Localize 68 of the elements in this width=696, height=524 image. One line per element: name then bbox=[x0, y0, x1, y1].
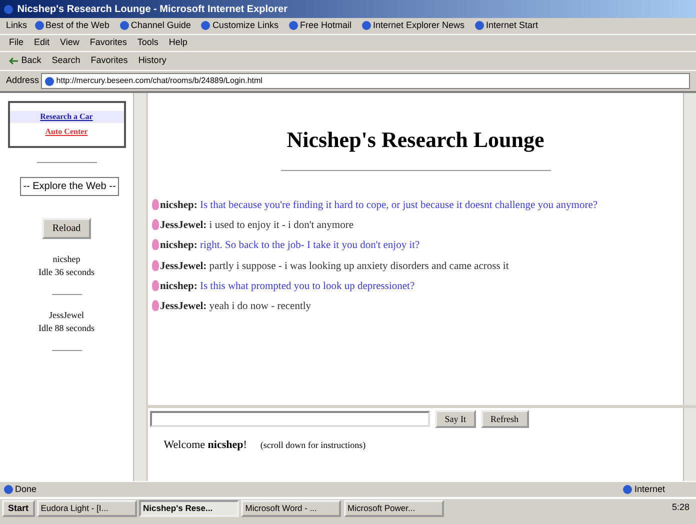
link-button[interactable]: Internet Start bbox=[472, 19, 542, 33]
link-button[interactable]: Best of the Web bbox=[32, 19, 112, 33]
link-button[interactable]: Internet Explorer News bbox=[358, 19, 468, 33]
chat-message: JessJewel: partly i suppose - i was looking up anxiety disorders and came across it bbox=[160, 260, 509, 274]
back-arrow-icon bbox=[9, 57, 19, 65]
chat-message: JessJewel: i used to enjoy it - i don't anymore bbox=[160, 219, 354, 234]
user-name: JessJewel bbox=[49, 308, 84, 322]
menu-item[interactable]: Edit bbox=[31, 36, 53, 50]
taskbar-button[interactable]: Microsoft Word - ... bbox=[241, 500, 342, 516]
toolbar-button[interactable]: Search bbox=[48, 54, 84, 68]
pin-icon bbox=[152, 260, 159, 271]
window-title: Nicshep's Research Lounge - Microsoft Internet Explorer bbox=[17, 2, 288, 16]
taskbar-button[interactable]: Nicshep's Rese... bbox=[139, 500, 240, 516]
status-text: Done bbox=[4, 482, 37, 496]
page-heading: Nicshep's Research Lounge bbox=[286, 126, 546, 154]
pin-icon bbox=[152, 199, 159, 210]
menu-item[interactable]: File bbox=[6, 36, 27, 50]
globe-icon bbox=[475, 21, 484, 30]
idle-time: Idle 36 seconds bbox=[38, 266, 94, 280]
globe-icon bbox=[288, 21, 298, 30]
globe-icon bbox=[623, 484, 632, 494]
clock: 5:28 bbox=[670, 501, 690, 514]
refresh-button[interactable]: Refresh bbox=[480, 410, 528, 428]
toolbar-button[interactable]: Favorites bbox=[88, 54, 131, 68]
user-name: nicshep bbox=[52, 252, 80, 266]
link-button[interactable]: Customize Links bbox=[198, 19, 282, 33]
pin-icon bbox=[152, 219, 159, 230]
globe-icon bbox=[4, 484, 13, 494]
scrollbar[interactable] bbox=[133, 93, 146, 481]
toolbar-button[interactable]: History bbox=[135, 54, 170, 68]
link-button[interactable]: Channel Guide bbox=[116, 19, 194, 33]
scrollbar[interactable] bbox=[683, 408, 696, 481]
chat-message: nicshep: Is this what prompted you to look up depressionet? bbox=[160, 280, 415, 294]
menu-item[interactable]: Help bbox=[166, 36, 190, 50]
globe-icon bbox=[120, 21, 129, 30]
dropdown[interactable]: -- Explore the Web -- bbox=[20, 176, 119, 196]
link-button[interactable]: Free Hotmail bbox=[286, 19, 354, 33]
globe-icon bbox=[362, 21, 371, 30]
chat-message: nicshep: Is that because you're finding it hard to cope, or just because it doesnt challenge you anymore? bbox=[160, 199, 598, 213]
welcome-text: Welcome nicshep! bbox=[164, 438, 247, 454]
globe-icon bbox=[201, 21, 210, 30]
ie-window-icon bbox=[4, 4, 13, 14]
globe-icon bbox=[34, 21, 44, 30]
address-label: Address bbox=[6, 74, 40, 88]
start-button[interactable]: Start bbox=[2, 500, 35, 516]
instructions-hint: (scroll down for instructions) bbox=[260, 438, 366, 452]
menu-item[interactable]: View bbox=[57, 36, 82, 50]
chat-message: nicshep: right. So back to the job- I take it you don't enjoy it? bbox=[160, 239, 420, 254]
links-label: Links bbox=[6, 19, 28, 32]
menu-item[interactable]: Favorites bbox=[86, 36, 130, 50]
pin-icon bbox=[152, 300, 159, 311]
reload-button[interactable]: Reload bbox=[42, 218, 91, 239]
zone-text: Internet bbox=[623, 482, 665, 496]
chat-message: JessJewel: yeah i do now - recently bbox=[160, 300, 312, 314]
globe-icon bbox=[45, 76, 54, 86]
address-field[interactable]: http://mercury.beseen.com/chat/rooms/b/24889/Login.html bbox=[41, 73, 690, 89]
say-it-button[interactable]: Say It bbox=[434, 410, 476, 428]
back-button[interactable]: Back bbox=[6, 54, 44, 68]
scrollbar[interactable] bbox=[683, 93, 696, 405]
link[interactable]: Research a Car bbox=[10, 111, 124, 124]
menu-item[interactable]: Tools bbox=[134, 36, 162, 50]
pin-icon bbox=[152, 280, 159, 291]
taskbar-button[interactable]: Eudora Light - [I... bbox=[36, 500, 137, 516]
taskbar-button[interactable]: Microsoft Power... bbox=[344, 500, 444, 516]
message-input[interactable] bbox=[150, 411, 430, 428]
pin-icon bbox=[152, 239, 159, 250]
link[interactable]: Auto Center bbox=[10, 126, 124, 138]
idle-time: Idle 88 seconds bbox=[38, 322, 94, 336]
